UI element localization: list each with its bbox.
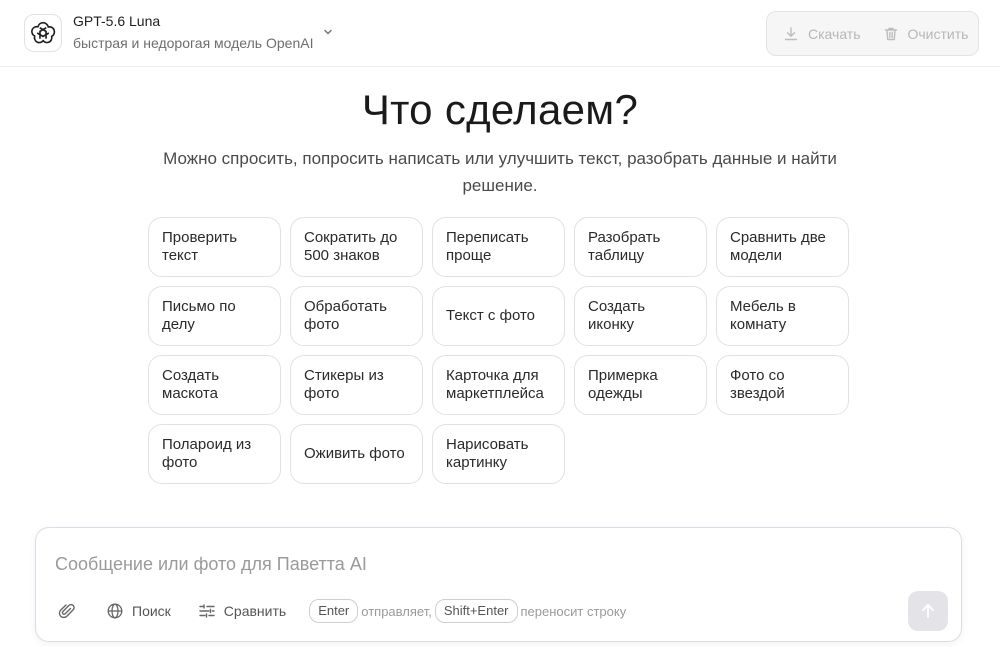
suggestion-chip[interactable]: Обработать фото [290,286,423,346]
suggestion-chip[interactable]: Полароид из фото [148,424,281,484]
header-actions: Скачать Очистить [766,11,979,56]
chevron-down-icon[interactable] [322,26,334,38]
sliders-icon [199,604,215,618]
enter-key-badge: Enter [309,599,359,623]
suggestion-chip[interactable]: Создать маскота [148,355,281,415]
search-button[interactable]: Поиск [106,602,171,620]
compare-button[interactable]: Сравнить [198,602,286,620]
download-label: Скачать [808,25,861,42]
suggestion-chip[interactable]: Карточка для маркетплейса [432,355,565,415]
download-icon [784,26,798,40]
clear-button[interactable]: Очистить [883,25,969,42]
model-selector[interactable]: GPT-5.6 Luna быстрая и недорогая модель … [73,11,313,53]
top-bar: GPT-5.6 Luna быстрая и недорогая модель … [0,0,1000,67]
suggestion-chip[interactable]: Разобрать таблицу [574,217,707,277]
trash-icon [884,27,897,40]
suggestion-chip[interactable]: Проверить текст [148,217,281,277]
download-button[interactable]: Скачать [783,26,861,42]
suggestion-grid: Проверить текст Сократить до 500 знаков … [148,217,850,484]
message-composer: Поиск Сравнить Enter отправляет, Shift+E… [35,527,962,642]
suggestion-chip[interactable]: Мебель в комнату [716,286,849,346]
globe-icon [107,603,123,619]
suggestion-chip[interactable]: Переписать проще [432,217,565,277]
suggestion-chip[interactable]: Текст с фото [432,286,565,346]
page-subtitle: Можно спросить, попросить написать или у… [163,149,837,195]
attach-button[interactable] [58,602,76,620]
page-title: Что сделаем? [361,86,639,133]
openai-logo-icon [24,14,62,52]
compare-label: Сравнить [223,603,287,619]
message-input[interactable] [55,554,895,575]
clear-label: Очистить [907,25,969,42]
model-name: GPT-5.6 Luna [73,13,161,29]
suggestion-chip[interactable]: Оживить фото [290,424,423,484]
suggestion-chip[interactable]: Создать иконку [574,286,707,346]
suggestion-chip[interactable]: Нарисовать картинку [432,424,565,484]
model-description: быстрая и недорогая модель OpenAI [73,35,314,51]
shift-enter-key-badge: Shift+Enter [434,599,518,623]
suggestion-chip[interactable]: Стикеры из фото [290,355,423,415]
shift-enter-hint: переносит строку [520,603,627,619]
paperclip-icon [58,603,75,619]
suggestion-chip[interactable]: Фото со звездой [716,355,849,415]
arrow-up-icon [922,604,934,618]
suggestion-chip[interactable]: Сократить до 500 знаков [290,217,423,277]
suggestion-chip[interactable]: Примерка одежды [574,355,707,415]
send-button[interactable] [908,591,948,631]
suggestion-chip[interactable]: Письмо по делу [148,286,281,346]
enter-hint: отправляет, [361,603,432,619]
composer-toolbar: Поиск Сравнить Enter отправляет, Shift+E… [58,598,629,624]
suggestion-chip[interactable]: Сравнить две модели [716,217,849,277]
search-label: Поиск [132,603,171,619]
